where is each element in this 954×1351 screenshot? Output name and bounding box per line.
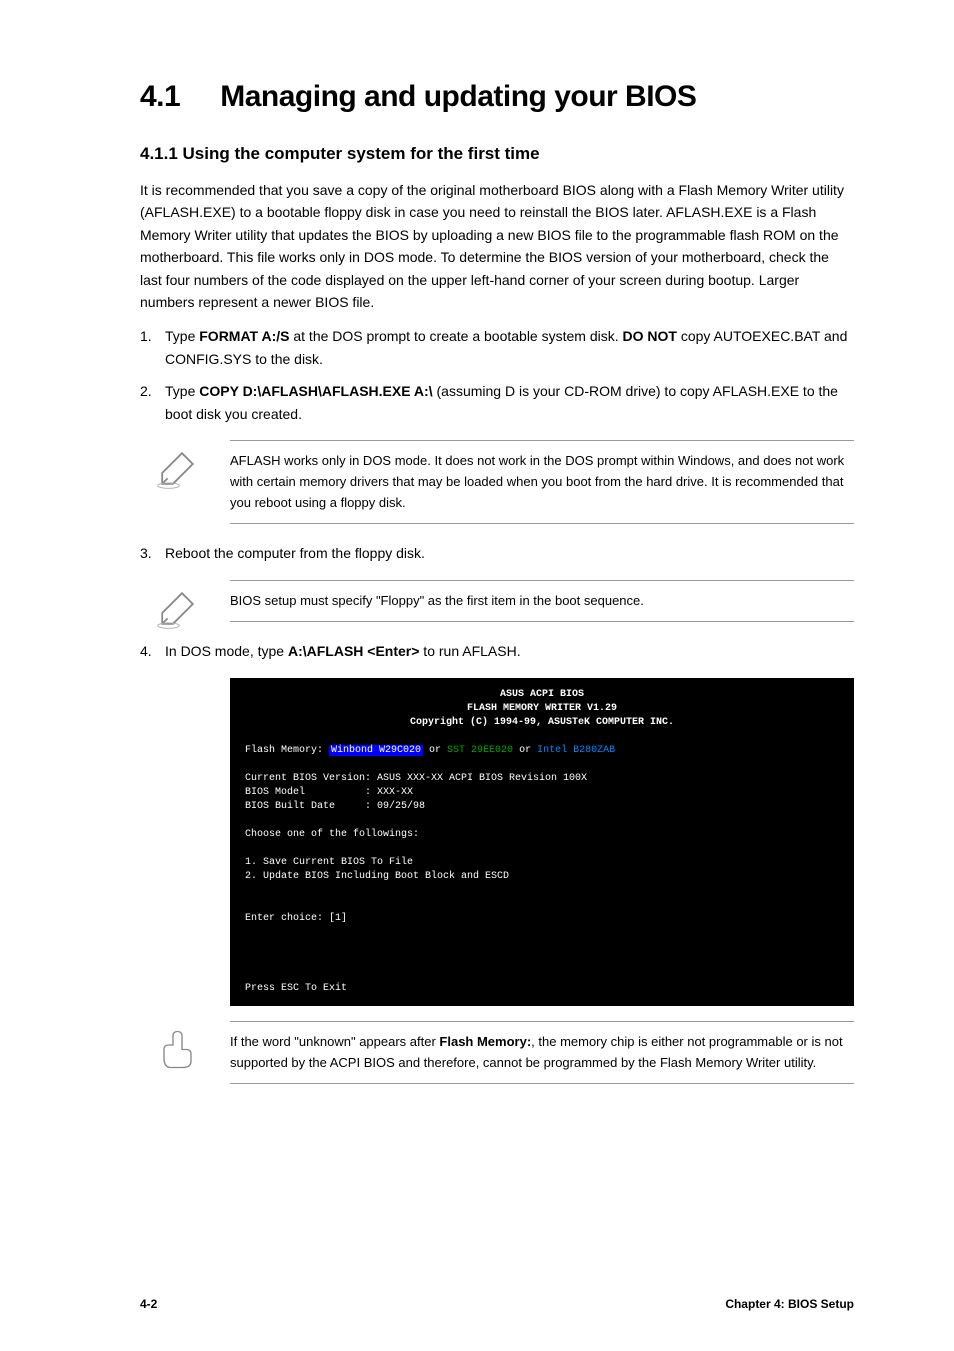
step-number: 2. xyxy=(140,380,165,425)
step-number: 1. xyxy=(140,325,165,370)
section-title: Managing and updating your BIOS xyxy=(220,80,696,113)
text-fragment: Type xyxy=(165,383,199,399)
text-fragment: If the word "unknown" appears after xyxy=(230,1034,439,1049)
pencil-note-icon xyxy=(155,586,205,636)
note-text: If the word "unknown" appears after Flas… xyxy=(230,1032,854,1074)
terminal-line: ASUS ACPI BIOS xyxy=(500,689,584,700)
note-block: If the word "unknown" appears after Flas… xyxy=(230,1021,854,1085)
terminal-prompt: Enter choice: [1] xyxy=(245,913,347,924)
command-text: FORMAT A:/S xyxy=(199,328,289,344)
command-text: COPY D:\AFLASH\AFLASH.EXE A:\ xyxy=(199,383,432,399)
command-text: A:\AFLASH <Enter> xyxy=(288,643,419,659)
step-item: 3. Reboot the computer from the floppy d… xyxy=(140,542,854,564)
step-item: 4. In DOS mode, type A:\AFLASH <Enter> t… xyxy=(140,640,854,662)
step-text: In DOS mode, type A:\AFLASH <Enter> to r… xyxy=(165,640,854,662)
terminal-container: ASUS ACPI BIOS FLASH MEMORY WRITER V1.29… xyxy=(230,678,854,1006)
terminal-option: 1. Save Current BIOS To File xyxy=(245,857,413,868)
terminal-option: 2. Update BIOS Including Boot Block and … xyxy=(245,871,509,882)
text-fragment: Type xyxy=(165,328,199,344)
terminal-text: or xyxy=(423,745,447,756)
text-fragment: to run AFLASH. xyxy=(419,643,520,659)
note-text: AFLASH works only in DOS mode. It does n… xyxy=(230,451,854,513)
terminal-line: BIOS Built Date : 09/25/98 xyxy=(245,801,425,812)
terminal-highlight: Winbond W29C020 xyxy=(329,745,423,756)
step-number: 4. xyxy=(140,640,165,662)
terminal-line: Copyright (C) 1994-99, ASUSTeK COMPUTER … xyxy=(410,717,674,728)
pencil-note-icon xyxy=(155,446,205,496)
note-block: BIOS setup must specify "Floppy" as the … xyxy=(230,580,854,623)
step-item: 2. Type COPY D:\AFLASH\AFLASH.EXE A:\ (a… xyxy=(140,380,854,425)
terminal-header: ASUS ACPI BIOS FLASH MEMORY WRITER V1.29… xyxy=(245,688,839,730)
step-item: 1. Type FORMAT A:/S at the DOS prompt to… xyxy=(140,325,854,370)
section-heading: 4.1 Managing and updating your BIOS xyxy=(140,80,854,114)
body-paragraph: It is recommended that you save a copy o… xyxy=(140,179,854,313)
note-block: AFLASH works only in DOS mode. It does n… xyxy=(230,440,854,524)
terminal-line: FLASH MEMORY WRITER V1.29 xyxy=(467,703,617,714)
terminal-highlight: Intel B280ZAB xyxy=(537,745,615,756)
terminal-label: Flash Memory: xyxy=(245,745,329,756)
emphasis-text: Flash Memory: xyxy=(439,1034,531,1049)
note-text: BIOS setup must specify "Floppy" as the … xyxy=(230,591,854,612)
step-text: Type FORMAT A:/S at the DOS prompt to cr… xyxy=(165,325,854,370)
hand-point-icon xyxy=(155,1027,205,1077)
emphasis-text: DO NOT xyxy=(623,328,677,344)
page-number: 4-2 xyxy=(140,1297,157,1311)
terminal-text: or xyxy=(513,745,537,756)
terminal-line: BIOS Model : XXX-XX xyxy=(245,787,413,798)
step-text: Reboot the computer from the floppy disk… xyxy=(165,542,854,564)
chapter-label: Chapter 4: BIOS Setup xyxy=(725,1297,854,1311)
chapter-footer: Chapter 4: BIOS Setup xyxy=(725,1297,854,1311)
terminal-screenshot: ASUS ACPI BIOS FLASH MEMORY WRITER V1.29… xyxy=(230,678,854,1006)
subsection-heading: 4.1.1 Using the computer system for the … xyxy=(140,144,854,164)
text-fragment: at the DOS prompt to create a bootable s… xyxy=(289,328,622,344)
text-fragment: In DOS mode, type xyxy=(165,643,288,659)
terminal-line: Press ESC To Exit xyxy=(245,983,347,994)
terminal-highlight: SST 29EE020 xyxy=(447,745,513,756)
terminal-line: Current BIOS Version: ASUS XXX-XX ACPI B… xyxy=(245,773,587,784)
section-number: 4.1 xyxy=(140,80,180,113)
paragraph-text: It is recommended that you save a copy o… xyxy=(140,182,844,310)
step-number: 3. xyxy=(140,542,165,564)
step-text: Type COPY D:\AFLASH\AFLASH.EXE A:\ (assu… xyxy=(165,380,854,425)
terminal-line: Choose one of the followings: xyxy=(245,829,419,840)
